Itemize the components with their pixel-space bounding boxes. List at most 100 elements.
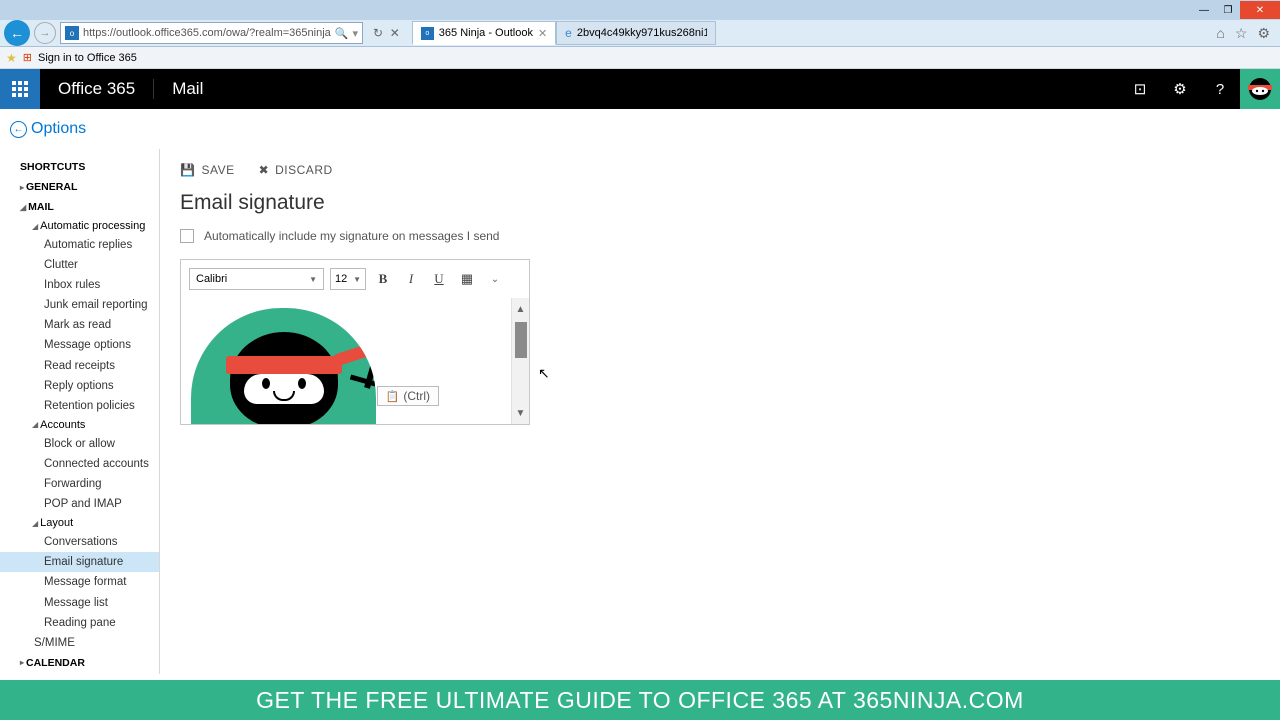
translate-icon[interactable]: ⊡ bbox=[1120, 69, 1160, 109]
signature-editor: Calibri▼ 12▼ B I U ▦ ⌄ bbox=[180, 259, 530, 425]
window-maximize[interactable]: ❐ bbox=[1216, 1, 1240, 19]
sidebar-item-automatic-replies[interactable]: Automatic replies bbox=[20, 235, 159, 255]
tab-close-icon[interactable]: ✕ bbox=[538, 27, 547, 40]
discard-icon: ✖ bbox=[259, 163, 270, 177]
sidebar-item-email-signature[interactable]: Email signature bbox=[0, 552, 159, 572]
paste-options-button[interactable]: 📋 (Ctrl) bbox=[377, 386, 439, 406]
sidebar-item-forwarding[interactable]: Forwarding bbox=[20, 474, 159, 494]
outlook-favicon-icon: o bbox=[65, 26, 79, 40]
browser-right-icons: ⌂ ☆ ⚙ bbox=[1216, 25, 1276, 42]
home-icon[interactable]: ⌂ bbox=[1216, 25, 1224, 42]
auto-include-checkbox[interactable] bbox=[180, 229, 194, 243]
nav-forward-button[interactable]: → bbox=[34, 22, 56, 44]
auto-include-label: Automatically include my signature on me… bbox=[204, 229, 499, 243]
sidebar-item-reply-options[interactable]: Reply options bbox=[20, 376, 159, 396]
sidebar-item-message-format[interactable]: Message format bbox=[20, 572, 159, 592]
sidebar-item-junk-email-reporting[interactable]: Junk email reporting bbox=[20, 295, 159, 315]
action-bar: 💾 SAVE ✖ DISCARD bbox=[180, 159, 1260, 191]
options-breadcrumb: ← Options bbox=[0, 109, 1280, 149]
tab-label: 365 Ninja - Outlook bbox=[439, 27, 533, 39]
sidebar-item-smime[interactable]: S/MIME bbox=[20, 633, 159, 653]
outlook-icon: o bbox=[421, 27, 434, 40]
url-text: https://outlook.office365.com/owa/?realm… bbox=[83, 27, 331, 39]
sidebar-item-conversations[interactable]: Conversations bbox=[20, 532, 159, 552]
scroll-up-button[interactable]: ▲ bbox=[512, 298, 529, 320]
star-icon: ★ bbox=[6, 51, 17, 65]
editor-scrollbar: ▲ ▼ bbox=[511, 298, 529, 424]
editor-toolbar: Calibri▼ 12▼ B I U ▦ ⌄ bbox=[181, 260, 529, 298]
sidebar-accounts[interactable]: ◢Accounts bbox=[20, 416, 159, 434]
user-avatar[interactable] bbox=[1240, 69, 1280, 109]
dropdown-icon[interactable]: ▾ bbox=[352, 27, 358, 40]
browser-tabs: o 365 Ninja - Outlook ✕ e 2bvq4c49kky971… bbox=[412, 21, 716, 45]
search-icon[interactable]: 🔍 bbox=[335, 27, 349, 40]
discard-button[interactable]: ✖ DISCARD bbox=[259, 163, 333, 177]
options-back-link[interactable]: ← Options bbox=[10, 120, 86, 138]
bold-button[interactable]: B bbox=[372, 269, 394, 289]
sidebar-layout[interactable]: ◢Layout bbox=[20, 514, 159, 532]
sidebar-item-pop-imap[interactable]: POP and IMAP bbox=[20, 494, 159, 514]
browser-tab-2[interactable]: e 2bvq4c49kky971kus268ni13.wp... bbox=[556, 21, 716, 45]
sidebar-shortcuts[interactable]: SHORTCUTS bbox=[20, 157, 159, 177]
office-header: Office 365 Mail ⊡ ⚙ ? bbox=[0, 69, 1280, 109]
table-button[interactable]: ▦ bbox=[456, 269, 478, 289]
sidebar-item-connected-accounts[interactable]: Connected accounts bbox=[20, 454, 159, 474]
page-title: Email signature bbox=[180, 191, 1260, 215]
ninja-avatar-icon bbox=[1245, 74, 1275, 104]
chevron-down-icon: ▼ bbox=[309, 275, 317, 284]
more-formatting-button[interactable]: ⌄ bbox=[484, 269, 506, 289]
nav-back-button[interactable]: ← bbox=[4, 20, 30, 46]
window-titlebar: — ❐ ✕ bbox=[0, 0, 1280, 20]
sidebar-item-reading-pane[interactable]: Reading pane bbox=[20, 613, 159, 633]
save-button[interactable]: 💾 SAVE bbox=[180, 163, 235, 177]
refresh-button[interactable]: ↻ ✕ bbox=[367, 26, 406, 40]
scroll-down-button[interactable]: ▼ bbox=[512, 402, 529, 424]
sidebar-item-message-list[interactable]: Message list bbox=[20, 593, 159, 613]
sidebar-calendar[interactable]: ▸CALENDAR bbox=[20, 653, 159, 673]
italic-button[interactable]: I bbox=[400, 269, 422, 289]
address-bar[interactable]: o https://outlook.office365.com/owa/?rea… bbox=[60, 22, 363, 44]
back-arrow-icon: ← bbox=[10, 121, 27, 138]
options-sidebar: SHORTCUTS ▸GENERAL ◢MAIL ◢Automatic proc… bbox=[0, 149, 160, 674]
clipboard-icon: 📋 bbox=[386, 390, 400, 403]
brand-label[interactable]: Office 365 bbox=[40, 79, 153, 99]
sidebar-automatic-processing[interactable]: ◢Automatic processing bbox=[20, 217, 159, 235]
signature-canvas[interactable]: 📋 (Ctrl) bbox=[181, 298, 511, 424]
ninja-image bbox=[191, 308, 376, 424]
sidebar-people[interactable]: ▸PEOPLE bbox=[20, 673, 159, 674]
sidebar-item-inbox-rules[interactable]: Inbox rules bbox=[20, 275, 159, 295]
font-size-select[interactable]: 12▼ bbox=[330, 268, 366, 290]
editor-body[interactable]: 📋 (Ctrl) ▲ ▼ bbox=[181, 298, 529, 424]
window-minimize[interactable]: — bbox=[1192, 1, 1216, 19]
content-area: 💾 SAVE ✖ DISCARD Email signature Automat… bbox=[160, 149, 1280, 674]
waffle-icon bbox=[12, 81, 28, 97]
sidebar-item-clutter[interactable]: Clutter bbox=[20, 255, 159, 275]
font-select[interactable]: Calibri▼ bbox=[189, 268, 324, 290]
app-name-label: Mail bbox=[153, 79, 221, 99]
sidebar-item-block-or-allow[interactable]: Block or allow bbox=[20, 434, 159, 454]
tab-label: 2bvq4c49kky971kus268ni13.wp... bbox=[577, 27, 707, 39]
scroll-thumb[interactable] bbox=[515, 322, 527, 358]
tools-icon[interactable]: ⚙ bbox=[1257, 25, 1270, 42]
underline-button[interactable]: U bbox=[428, 269, 450, 289]
auto-include-row: Automatically include my signature on me… bbox=[180, 229, 1260, 243]
favorites-icon[interactable]: ☆ bbox=[1235, 25, 1248, 42]
browser-tab-1[interactable]: o 365 Ninja - Outlook ✕ bbox=[412, 21, 556, 45]
ie-icon: e bbox=[565, 26, 572, 40]
save-icon: 💾 bbox=[180, 163, 195, 177]
sidebar-item-message-options[interactable]: Message options bbox=[20, 335, 159, 355]
help-icon[interactable]: ? bbox=[1200, 69, 1240, 109]
browser-toolbar: ← → o https://outlook.office365.com/owa/… bbox=[0, 20, 1280, 47]
favorite-link[interactable]: Sign in to Office 365 bbox=[38, 52, 137, 64]
chevron-down-icon: ▼ bbox=[353, 275, 361, 284]
app-launcher-button[interactable] bbox=[0, 69, 40, 109]
window-close[interactable]: ✕ bbox=[1240, 1, 1280, 19]
main-area: SHORTCUTS ▸GENERAL ◢MAIL ◢Automatic proc… bbox=[0, 149, 1280, 674]
options-label: Options bbox=[31, 120, 86, 138]
sidebar-item-read-receipts[interactable]: Read receipts bbox=[20, 356, 159, 376]
sidebar-general[interactable]: ▸GENERAL bbox=[20, 177, 159, 197]
sidebar-mail[interactable]: ◢MAIL bbox=[20, 197, 159, 217]
settings-icon[interactable]: ⚙ bbox=[1160, 69, 1200, 109]
sidebar-item-mark-as-read[interactable]: Mark as read bbox=[20, 315, 159, 335]
sidebar-item-retention-policies[interactable]: Retention policies bbox=[20, 396, 159, 416]
